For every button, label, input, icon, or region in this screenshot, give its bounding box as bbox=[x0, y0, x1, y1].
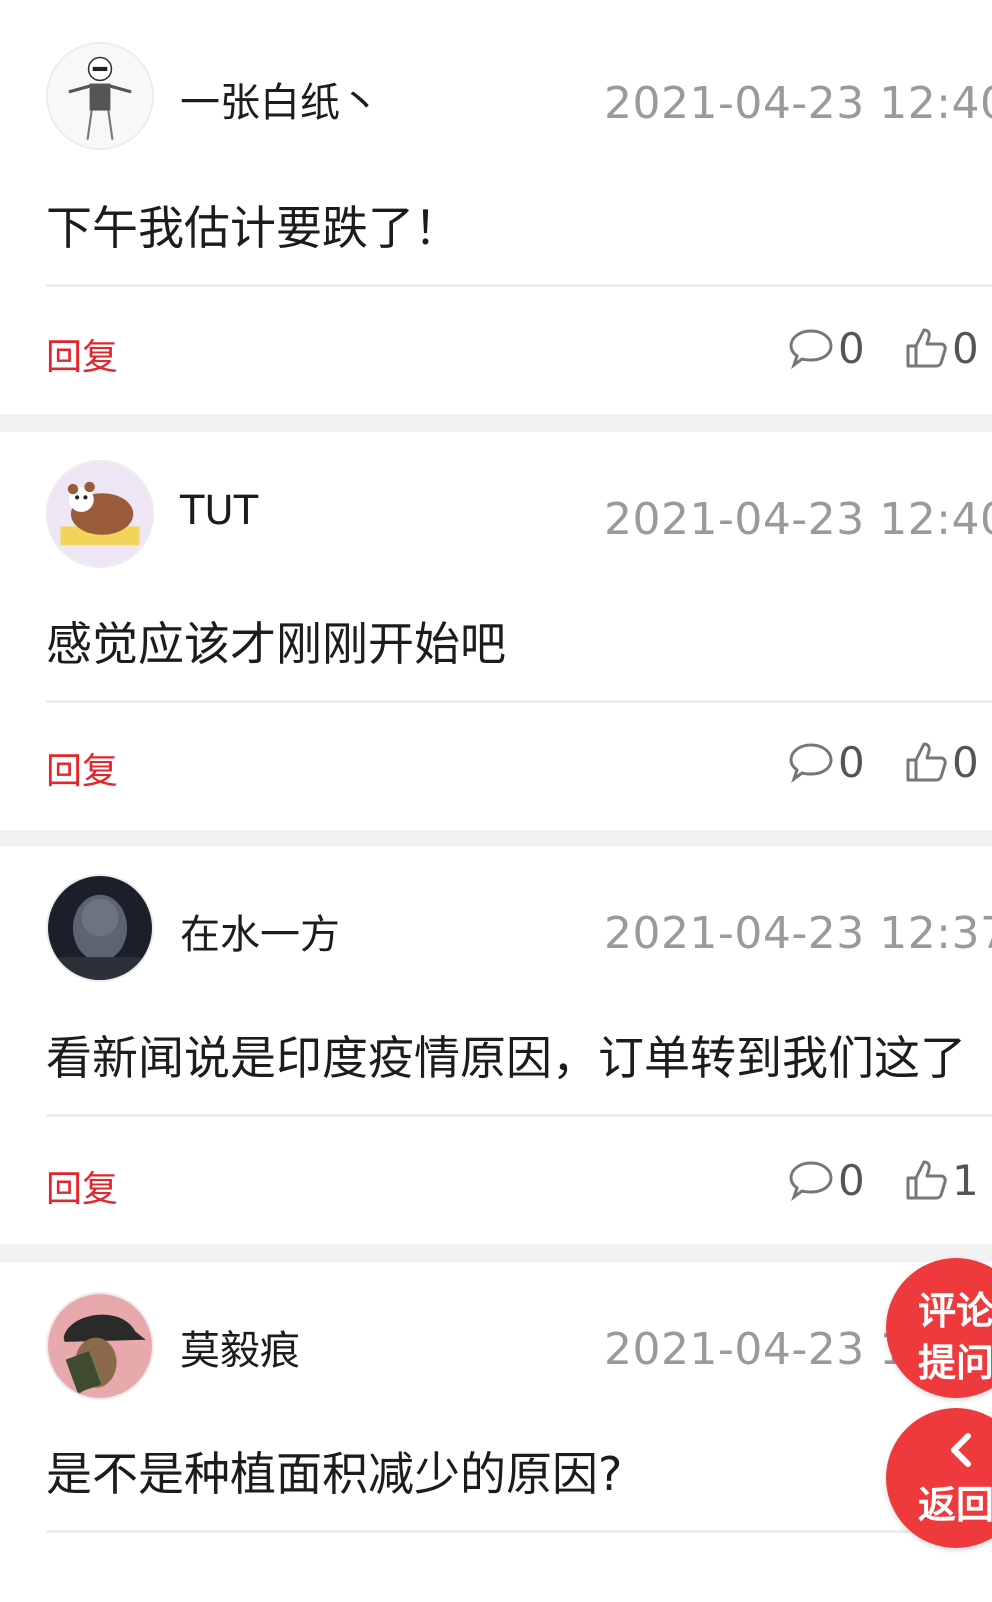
avatar[interactable] bbox=[46, 1292, 154, 1400]
comment-count-button[interactable]: 0 bbox=[788, 736, 865, 788]
comment-card: TUT 2021-04-23 12:40 感觉应该才刚刚开始吧 回复 0 0 bbox=[0, 432, 992, 830]
reply-button[interactable]: 回复 bbox=[46, 1160, 118, 1212]
like-button[interactable]: 1 bbox=[904, 1154, 979, 1206]
speech-bubble-icon bbox=[788, 741, 834, 783]
fab-ask-label: 提问 bbox=[918, 1341, 992, 1385]
chevron-left-icon bbox=[942, 1430, 982, 1474]
username[interactable]: 一张白纸丶 bbox=[180, 70, 380, 128]
comment-count-button[interactable]: 0 bbox=[788, 1154, 865, 1206]
fab-back-label: 返回 bbox=[918, 1483, 992, 1527]
avatar[interactable] bbox=[46, 460, 154, 568]
comment-count-button[interactable]: 0 bbox=[788, 322, 865, 374]
username[interactable]: 在水一方 bbox=[180, 902, 340, 960]
reply-button[interactable]: 回复 bbox=[46, 742, 118, 794]
avatar[interactable] bbox=[46, 42, 154, 150]
like-count: 0 bbox=[952, 737, 979, 787]
like-count: 1 bbox=[952, 1155, 979, 1205]
timestamp: 2021-04-23 12:40 bbox=[604, 78, 992, 129]
divider bbox=[46, 1114, 992, 1117]
comment-text: 看新闻说是印度疫情原因，订单转到我们这了 bbox=[46, 1031, 966, 1085]
avatar[interactable] bbox=[46, 874, 154, 982]
divider bbox=[46, 1530, 992, 1533]
username[interactable]: 莫毅痕 bbox=[180, 1318, 300, 1376]
thumbs-up-icon bbox=[904, 326, 948, 370]
thumbs-up-icon bbox=[904, 740, 948, 784]
thumbs-up-icon bbox=[904, 1158, 948, 1202]
username[interactable]: TUT bbox=[180, 488, 258, 534]
comment-text: 下午我估计要跌了！ bbox=[46, 201, 460, 255]
timestamp: 2021-04-23 12:37 bbox=[604, 908, 992, 959]
like-button[interactable]: 0 bbox=[904, 322, 979, 374]
speech-bubble-icon bbox=[788, 1159, 834, 1201]
comment-count: 0 bbox=[838, 737, 865, 787]
divider bbox=[46, 284, 992, 287]
timestamp: 2021-04-23 12:40 bbox=[604, 494, 992, 545]
comment-card: 在水一方 2021-04-23 12:37 看新闻说是印度疫情原因，订单转到我们… bbox=[0, 846, 992, 1244]
comment-text: 感觉应该才刚刚开始吧 bbox=[46, 617, 506, 671]
reply-button[interactable]: 回复 bbox=[46, 328, 118, 380]
comment-text: 是不是种植面积减少的原因? bbox=[46, 1447, 623, 1501]
comment-count: 0 bbox=[838, 323, 865, 373]
like-button[interactable]: 0 bbox=[904, 736, 979, 788]
fab-comment-label: 评论 bbox=[918, 1289, 992, 1333]
like-count: 0 bbox=[952, 323, 979, 373]
divider bbox=[46, 700, 992, 703]
comment-card: 一张白纸丶 2021-04-23 12:40 下午我估计要跌了！ 回复 0 0 bbox=[0, 0, 992, 414]
comment-count: 0 bbox=[838, 1155, 865, 1205]
comment-card: 莫毅痕 2021-04-23 12 是不是种植面积减少的原因? bbox=[0, 1262, 992, 1602]
speech-bubble-icon bbox=[788, 327, 834, 369]
